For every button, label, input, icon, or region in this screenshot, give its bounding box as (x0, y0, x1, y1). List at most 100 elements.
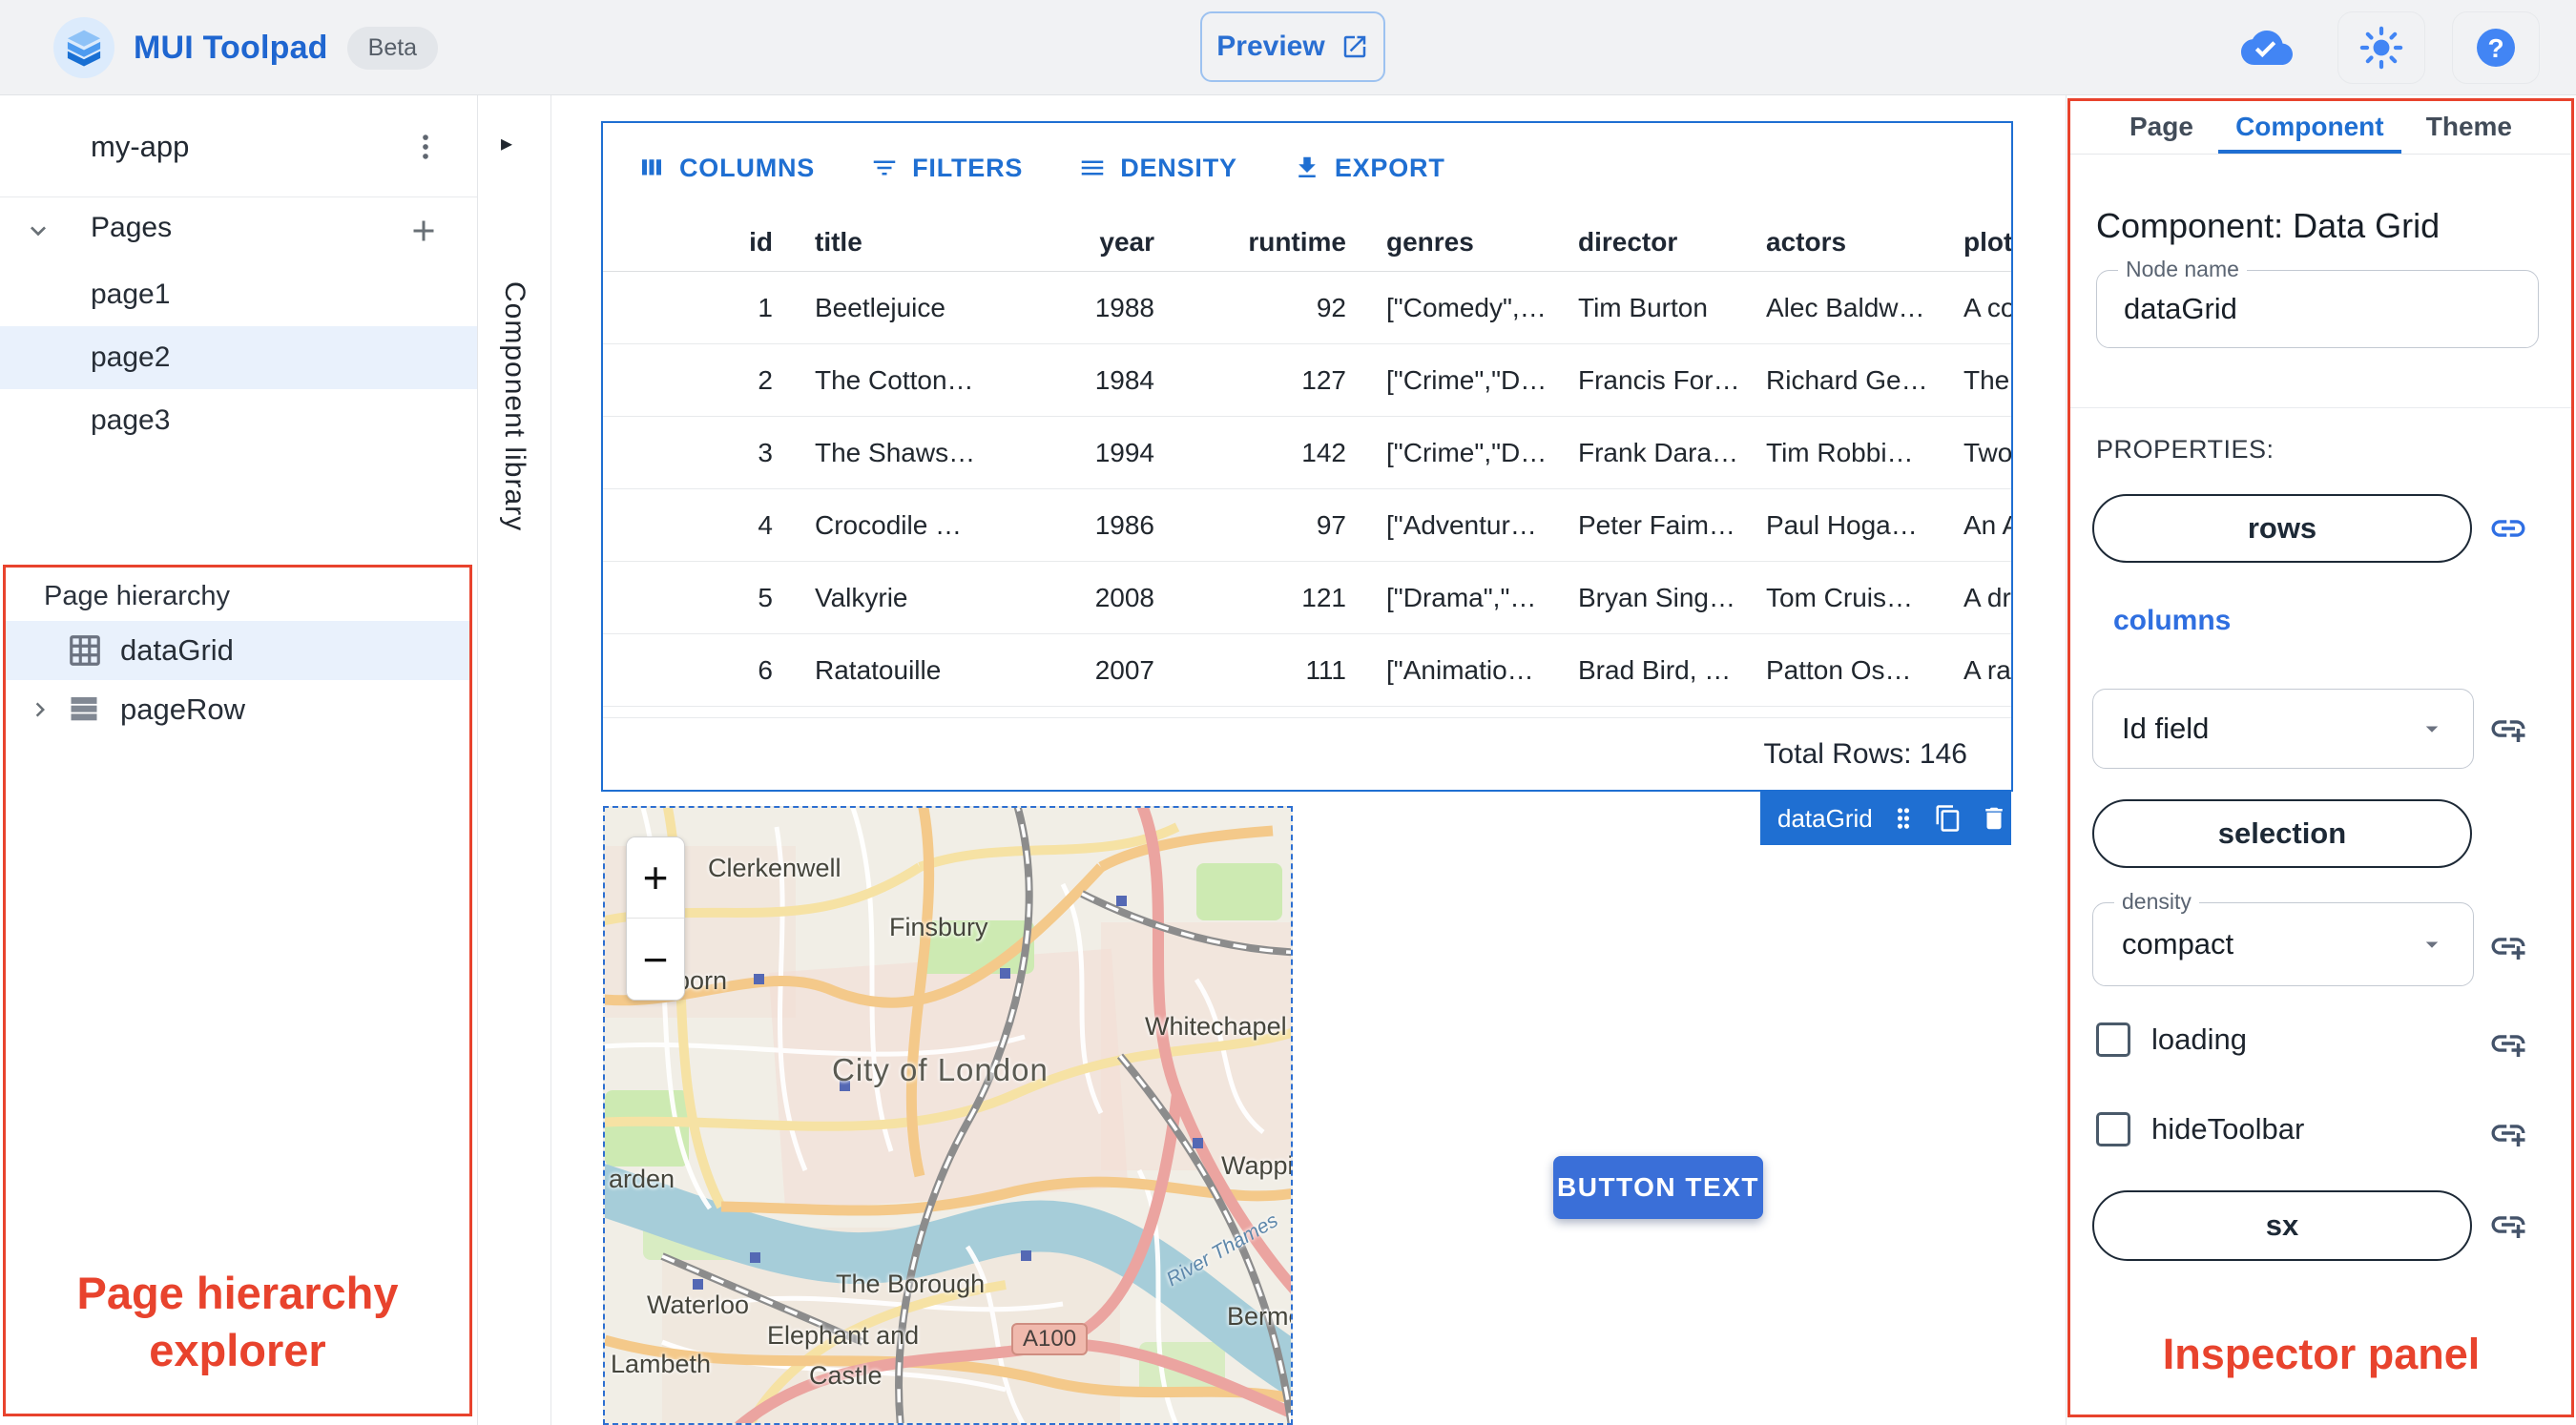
table-row[interactable]: 1 Beetlejuice 1988 92 ["Comedy",… Tim Burton A… (603, 272, 2011, 344)
table-cell: 1986 (1094, 509, 1154, 540)
drag-handle-icon[interactable] (1890, 805, 1917, 832)
id-field-select[interactable]: Id field (2092, 689, 2474, 769)
canvas-button-component[interactable]: BUTTON TEXT (1553, 1156, 1763, 1219)
hierarchy-item-label: pageRow (120, 692, 245, 726)
tab-page[interactable]: Page (2129, 99, 2193, 154)
table-cell: Two (1963, 437, 2011, 467)
filters-button-label: FILTERS (912, 153, 1024, 182)
table-cell: Peter Faim… (1578, 509, 1735, 540)
table-row[interactable]: 5 Valkyrie 2008 121 ["Drama","… Bryan Sing… To… (603, 562, 2011, 634)
hidetoolbar-checkbox[interactable] (2096, 1112, 2130, 1146)
component-library-label: Component library (499, 281, 530, 532)
filters-button[interactable]: FILTERS (870, 154, 1023, 183)
table-cell: A ra (1963, 654, 2011, 685)
column-header-id[interactable]: id (603, 227, 775, 258)
density-button-label: DENSITY (1120, 153, 1237, 182)
open-in-new-icon (1340, 32, 1369, 61)
export-button[interactable]: EXPORT (1293, 154, 1445, 183)
chevron-down-icon[interactable] (17, 210, 59, 252)
map-label: A100 (1011, 1323, 1089, 1355)
density-select[interactable]: density compact (2092, 889, 2474, 986)
add-link-icon[interactable] (2487, 1204, 2529, 1246)
map-label: Wapping (1221, 1151, 1293, 1180)
pages-label: Pages (91, 212, 173, 243)
node-name-input[interactable] (2124, 271, 2505, 347)
columns-property-link[interactable]: columns (2113, 605, 2231, 637)
tab-theme[interactable]: Theme (2426, 99, 2512, 154)
columns-button[interactable]: COLUMNS (637, 154, 815, 183)
preview-button[interactable]: Preview (1200, 11, 1385, 82)
copy-icon[interactable] (1934, 804, 1963, 833)
page-hierarchy-panel: Page hierarchy dataGrid pageRow Page hie… (3, 565, 472, 1416)
sidebar-item-page3[interactable]: page3 (0, 389, 477, 452)
table-row[interactable]: 6 Ratatouille 2007 111 ["Animatio… Brad Bird,… (603, 634, 2011, 707)
caret-down-icon (2418, 930, 2446, 959)
trash-icon[interactable] (1980, 804, 2008, 833)
column-header-actors[interactable]: actors (1757, 227, 1953, 258)
table-cell: ["Adventur… (1386, 509, 1537, 540)
column-header-runtime[interactable]: runtime (1158, 227, 1350, 258)
hierarchy-item-datagrid[interactable]: dataGrid (6, 621, 469, 680)
zoom-in-button[interactable]: + (627, 837, 684, 919)
sun-icon[interactable] (2337, 11, 2425, 84)
table-cell: Beetlejuice (815, 292, 945, 322)
datagrid-selection-chip[interactable]: dataGrid (1760, 792, 2011, 845)
table-row[interactable]: 2 The Cotton… 1984 127 ["Crime","D… Francis F… (603, 344, 2011, 417)
component-library-strip[interactable]: ▸ Component library (477, 95, 551, 1425)
mui-toolpad-app: MUI Toolpad Beta Preview ? my-app Pages … (0, 0, 2576, 1425)
add-link-icon[interactable] (2487, 1112, 2529, 1154)
rows-property-button[interactable]: rows (2092, 494, 2472, 563)
beta-badge: Beta (346, 26, 439, 70)
rows-icon (67, 692, 103, 728)
datagrid-component[interactable]: COLUMNS FILTERS DENSITY EXPORT id title (601, 121, 2013, 792)
add-link-icon[interactable] (2487, 925, 2529, 967)
sidebar-item-page1[interactable]: page1 (0, 263, 477, 326)
hidetoolbar-property-row: hideToolbar (2096, 1112, 2304, 1146)
help-icon[interactable]: ? (2452, 11, 2540, 84)
table-cell: 3 (758, 437, 773, 467)
column-header-title[interactable]: title (775, 227, 1013, 258)
datagrid-rows: 1 Beetlejuice 1988 92 ["Comedy",… Tim Burton A… (603, 272, 2011, 707)
add-link-icon[interactable] (2487, 1022, 2529, 1064)
pages-section-header: Pages (0, 204, 477, 258)
zoom-out-button[interactable]: − (627, 919, 684, 1000)
cloud-done-icon[interactable] (2223, 11, 2311, 84)
loading-property-row: loading (2096, 1022, 2247, 1057)
add-link-icon[interactable] (2487, 708, 2529, 750)
loading-checkbox[interactable] (2096, 1022, 2130, 1057)
chevron-right-icon[interactable] (21, 695, 59, 724)
column-header-director[interactable]: director (1567, 227, 1757, 258)
table-row[interactable]: 3 The Shaws… 1994 142 ["Crime","D… Frank Dara… (603, 417, 2011, 489)
link-icon[interactable] (2487, 507, 2529, 549)
page-canvas: COLUMNS FILTERS DENSITY EXPORT id title (551, 95, 2066, 1425)
column-header-year[interactable]: year (1013, 227, 1158, 258)
hidetoolbar-label: hideToolbar (2151, 1112, 2305, 1146)
map-label: arden (609, 1165, 675, 1193)
page-hierarchy-title: Page hierarchy (44, 581, 231, 611)
table-cell: Frank Dara… (1578, 437, 1739, 467)
table-cell: ["Crime","D… (1386, 437, 1548, 467)
table-cell: An A (1963, 509, 2011, 540)
expand-right-icon[interactable]: ▸ (501, 130, 512, 157)
loading-label: loading (2151, 1022, 2247, 1056)
map-component[interactable]: Clerkenwell Finsbury born City of London Whi… (603, 806, 1293, 1425)
map-label: Finsbury (889, 913, 988, 941)
sx-property-button[interactable]: sx (2092, 1190, 2472, 1261)
hierarchy-item-pagerow[interactable]: pageRow (6, 680, 469, 739)
density-button[interactable]: DENSITY (1078, 154, 1237, 183)
add-page-plus-icon[interactable] (399, 206, 448, 256)
selection-property-button[interactable]: selection (2092, 799, 2472, 868)
column-header-genres[interactable]: genres (1350, 227, 1567, 258)
app-menu-kebab-icon[interactable] (401, 120, 450, 174)
node-name-field[interactable]: Node name (2096, 257, 2539, 348)
column-header-plot[interactable]: plot (1953, 227, 2011, 258)
sidebar-item-page2[interactable]: page2 (0, 326, 477, 389)
table-row[interactable]: 4 Crocodile … 1986 97 ["Adventur… Peter Faim…… (603, 489, 2011, 562)
selection-chip-label: dataGrid (1777, 803, 1873, 833)
table-cell: 111 (1305, 654, 1346, 685)
table-cell: 97 (1316, 509, 1346, 540)
map-image (605, 808, 1291, 1423)
grid-icon (67, 632, 103, 669)
tab-component[interactable]: Component (2218, 99, 2401, 154)
datagrid-header-row: id title year runtime genres director ac… (603, 213, 2011, 272)
